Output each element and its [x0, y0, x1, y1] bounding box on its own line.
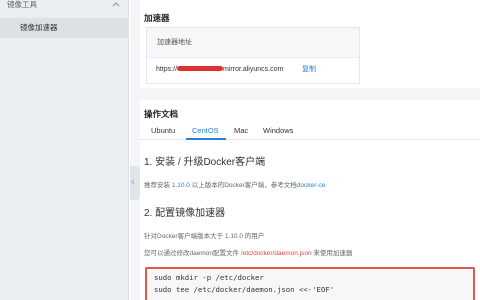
code-block[interactable]: sudo mkdir -p /etc/docker sudo tee /etc/…	[145, 267, 475, 300]
code-line: sudo tee /etc/docker/daemon.json <<-'EOF…	[154, 285, 335, 294]
section-install-text: 推荐安装 1.10.0 以上版本的Docker客户端，参考文档docker-ce	[144, 181, 325, 190]
configure-text-b: 来使用加速器	[311, 250, 353, 257]
sidebar-collapse-handle[interactable]: ‹	[130, 166, 140, 200]
accelerator-address-header: 加速器地址	[147, 28, 359, 58]
section-install-heading: 1. 安装 / 升级Docker客户端	[144, 157, 266, 168]
accelerator-address-box: 加速器地址	[146, 27, 360, 84]
url-suffix: mirror.aliyuncs.com	[223, 66, 284, 73]
redacted-region	[177, 66, 224, 72]
accelerator-title: 加速器	[144, 13, 170, 23]
code-line: sudo mkdir -p /etc/docker	[154, 273, 264, 282]
chevron-left-icon: ‹	[131, 176, 135, 188]
tab-mac[interactable]: Mac	[234, 126, 248, 136]
section-configure-line2: 您可以通过修改daemon配置文件 /etc/docker/daemon.jso…	[144, 249, 352, 258]
sidebar-group-label: 镜像工具	[7, 0, 37, 9]
main-content: ‹ 加速器 加速器地址 https:// mirror.aliyuncs.com …	[130, 0, 480, 300]
install-text-b: 以上版本的Docker客户端，参考文档	[189, 182, 297, 189]
configure-text-a: 您可以通过修改daemon配置文件	[144, 250, 241, 257]
tab-windows[interactable]: Windows	[263, 126, 293, 136]
chevron-up-icon	[112, 2, 120, 7]
section-configure-heading: 2. 配置镜像加速器	[144, 208, 226, 219]
accelerator-url: https:// mirror.aliyuncs.com	[156, 65, 283, 74]
sidebar-item-mirror-accelerator[interactable]: 镜像加速器	[0, 18, 129, 38]
active-tab-indicator	[186, 138, 226, 140]
accelerator-card: 加速器 加速器地址 https:// mirror.aliyuncs.com 复制	[140, 0, 480, 88]
docs-card: 操作文档 Ubuntu CentOS Mac Windows 1. 安装 / 升…	[140, 100, 480, 300]
tab-centos[interactable]: CentOS	[192, 126, 219, 136]
install-version: 1.10.0	[171, 182, 190, 189]
sidebar-group-mirror-tools[interactable]: 镜像工具	[0, 0, 129, 13]
os-tabs: Ubuntu CentOS Mac Windows	[140, 122, 480, 140]
copy-link[interactable]: 复制	[302, 65, 316, 74]
tab-ubuntu[interactable]: Ubuntu	[151, 126, 175, 136]
sidebar-item-label: 镜像加速器	[20, 23, 58, 32]
url-prefix: https://	[156, 66, 178, 73]
install-text-a: 推荐安装	[144, 182, 172, 189]
daemon-json-path: /etc/docker/daemon.json	[240, 250, 312, 257]
section-configure-line1: 针对Docker客户端版本大于 1.10.0 的用户	[144, 233, 265, 240]
accelerator-address-label: 加速器地址	[157, 39, 192, 46]
docs-title: 操作文档	[144, 109, 179, 119]
docker-ce-link[interactable]: docker-ce	[297, 182, 326, 189]
sidebar: 镜像工具 镜像加速器	[0, 0, 129, 300]
